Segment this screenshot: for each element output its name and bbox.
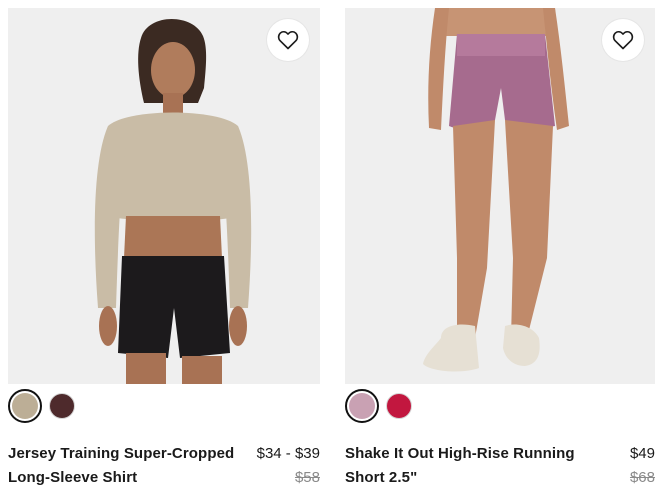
color-swatches	[8, 388, 75, 424]
product-image[interactable]	[345, 8, 655, 384]
price-block: $49 $68	[630, 442, 655, 490]
color-swatches	[345, 388, 412, 424]
model-photo-cropped-shirt	[8, 8, 320, 384]
product-card[interactable]: Shake It Out High-Rise Running Short 2.5…	[345, 8, 655, 486]
favorite-button[interactable]	[267, 19, 309, 61]
swatch-khaki[interactable]	[8, 389, 42, 423]
current-price: $34 - $39	[256, 445, 320, 462]
product-title[interactable]: Jersey Training Super-Cropped Long-Sleev…	[8, 442, 248, 490]
heart-outline-icon	[277, 30, 299, 50]
product-title[interactable]: Shake It Out High-Rise Running Short 2.5…	[345, 442, 595, 490]
product-image[interactable]	[8, 8, 320, 384]
original-price: $68	[629, 469, 655, 486]
original-price: $58	[294, 469, 320, 486]
model-photo-running-shorts	[345, 8, 655, 384]
favorite-button[interactable]	[602, 19, 644, 61]
product-card[interactable]: Jersey Training Super-Cropped Long-Sleev…	[8, 8, 320, 486]
product-grid: Jersey Training Super-Cropped Long-Sleev…	[0, 0, 663, 495]
heart-outline-icon	[612, 30, 634, 50]
swatch-raspberry[interactable]	[386, 393, 412, 419]
swatch-dark-plum[interactable]	[49, 393, 75, 419]
swatch-dusty-pink[interactable]	[345, 389, 379, 423]
current-price: $49	[629, 445, 655, 462]
price-block: $34 - $39 $58	[257, 442, 320, 490]
